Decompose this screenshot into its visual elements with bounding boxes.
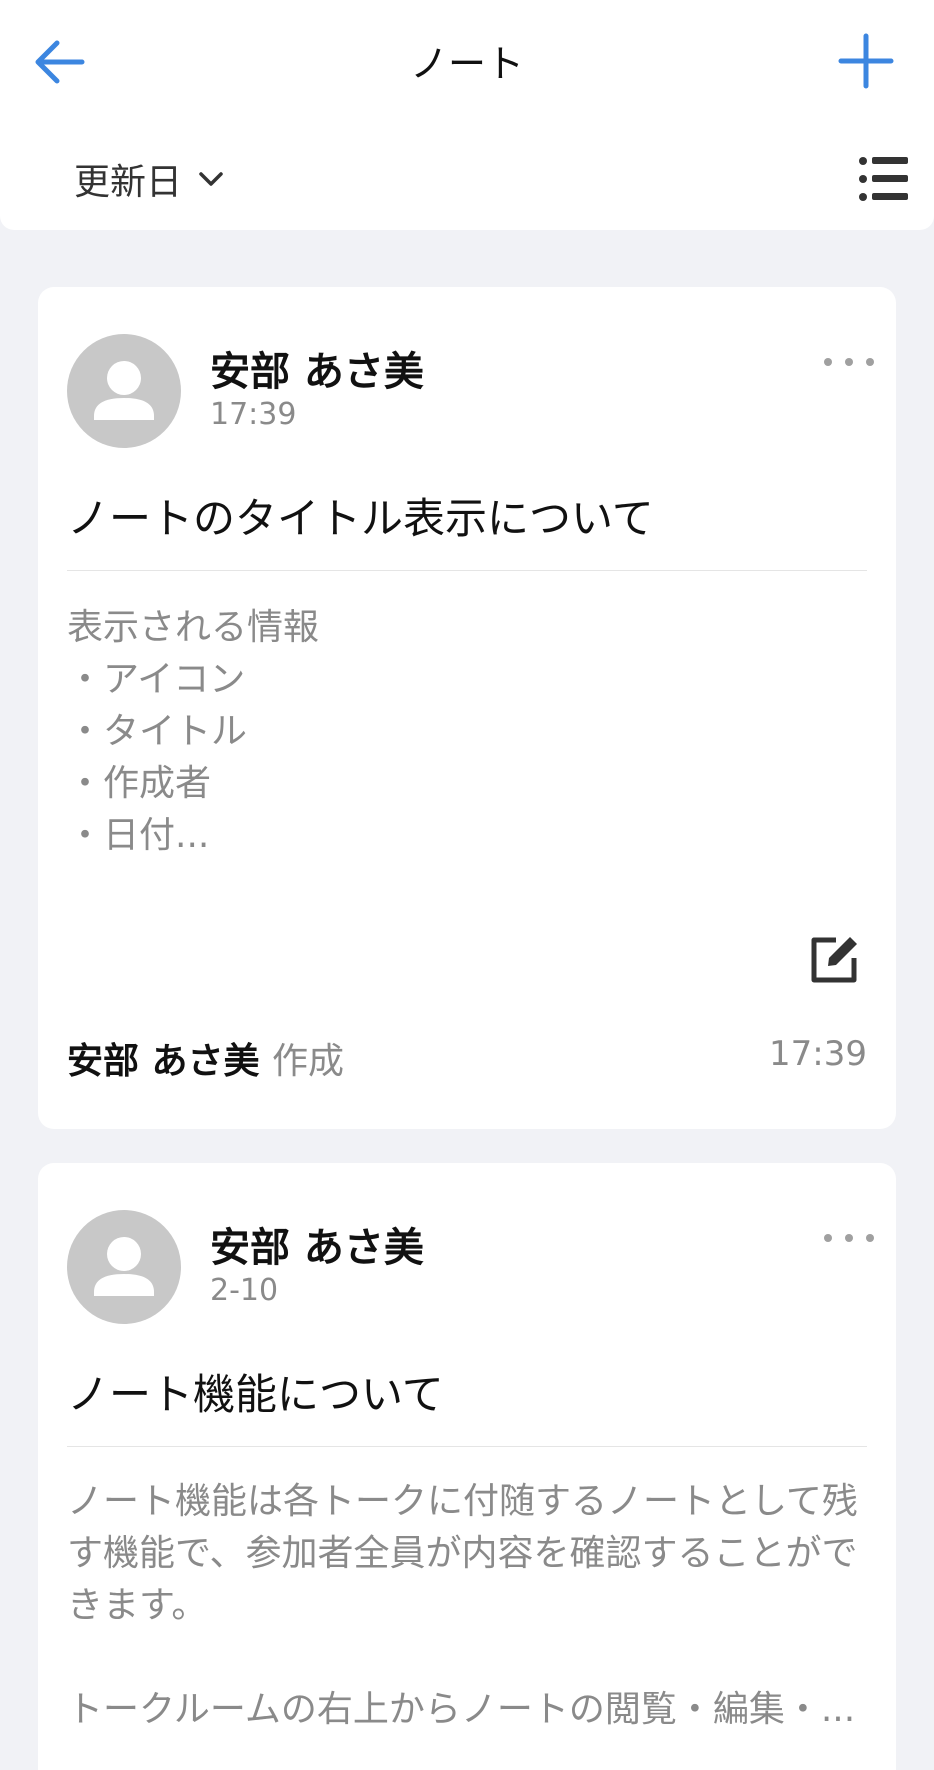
sort-bar: 更新日 bbox=[0, 128, 934, 230]
chevron-down-icon bbox=[199, 172, 223, 186]
more-options-button[interactable] bbox=[824, 1225, 874, 1251]
divider bbox=[67, 1446, 867, 1447]
author-name: 安部 あさ美 bbox=[210, 349, 424, 395]
body-line: ・タイトル bbox=[67, 711, 248, 752]
edit-button[interactable] bbox=[806, 932, 862, 988]
footer-action: 作成 bbox=[272, 1041, 345, 1082]
footer-time: 17:39 bbox=[769, 1034, 867, 1074]
sort-label: 更新日 bbox=[74, 162, 183, 203]
note-title: ノート機能について bbox=[67, 1370, 444, 1419]
ellipsis-icon bbox=[824, 358, 832, 366]
edit-icon bbox=[811, 937, 857, 983]
person-icon bbox=[94, 361, 154, 420]
post-time: 17:39 bbox=[210, 397, 297, 432]
body-line: 表示される情報 bbox=[67, 607, 320, 648]
author-name: 安部 あさ美 bbox=[210, 1225, 424, 1271]
note-body: 表示される情報 ・アイコン ・タイトル ・作成者 ・日付... bbox=[67, 602, 867, 862]
back-button[interactable] bbox=[30, 30, 90, 90]
note-card[interactable]: 安部 あさ美 2-10 ノート機能について ノート機能は各トークに付随するノート… bbox=[38, 1163, 896, 1770]
body-line: ・日付... bbox=[67, 815, 210, 856]
plus-icon bbox=[838, 33, 894, 89]
add-note-button[interactable] bbox=[836, 30, 896, 90]
body-paragraph: ノート機能は各トークに付随するノートとして残す機能で、参加者全員が内容を確認する… bbox=[67, 1481, 858, 1626]
avatar bbox=[67, 1210, 181, 1324]
avatar bbox=[67, 334, 181, 448]
footer-author: 安部 あさ美 bbox=[67, 1041, 260, 1082]
sort-dropdown[interactable]: 更新日 bbox=[74, 154, 226, 204]
note-card[interactable]: 安部 あさ美 17:39 ノートのタイトル表示について 表示される情報 ・アイコ… bbox=[38, 287, 896, 1129]
ellipsis-icon bbox=[824, 1234, 832, 1242]
post-time: 2-10 bbox=[210, 1273, 279, 1308]
page-title: ノート bbox=[409, 42, 524, 86]
list-view-button[interactable] bbox=[856, 152, 912, 206]
more-options-button[interactable] bbox=[824, 349, 874, 375]
body-line: ・作成者 bbox=[67, 763, 212, 804]
body-line: ・アイコン bbox=[67, 659, 246, 700]
person-icon bbox=[94, 1237, 154, 1296]
divider bbox=[67, 570, 867, 571]
arrow-left-icon bbox=[35, 40, 85, 84]
body-paragraph: トークルームの右上からノートの閲覧・編集・... bbox=[67, 1689, 856, 1730]
list-icon bbox=[859, 157, 908, 201]
top-bar: ノート bbox=[0, 0, 934, 128]
note-title: ノートのタイトル表示について bbox=[67, 494, 654, 543]
note-body: ノート機能は各トークに付随するノートとして残す機能で、参加者全員が内容を確認する… bbox=[67, 1476, 867, 1736]
